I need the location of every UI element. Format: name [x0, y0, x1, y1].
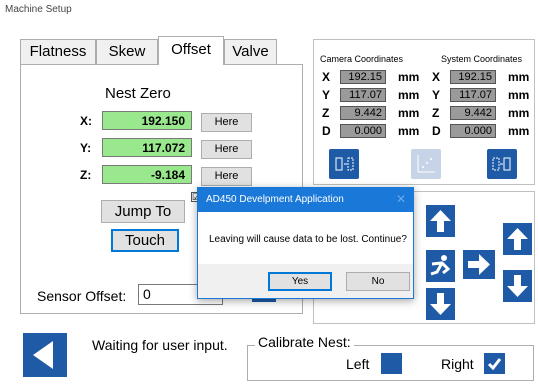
status-text: Waiting for user input.: [92, 337, 228, 353]
camera-x-value: 192.15: [340, 70, 386, 84]
tab-valve[interactable]: Valve: [224, 39, 277, 64]
jog-right-button[interactable]: [463, 250, 495, 279]
z-up-button[interactable]: [503, 223, 532, 255]
dialog-title: AD450 Develpment Application: [206, 194, 344, 205]
camera-x-unit: mm: [398, 70, 420, 84]
system-z-value: 9.442: [450, 106, 496, 120]
nest-zero-title: Nest Zero: [105, 85, 171, 102]
jog-down-button[interactable]: [426, 288, 455, 320]
scatter-view-button[interactable]: [411, 149, 441, 179]
window-title: Machine Setup: [5, 4, 72, 15]
system-to-camera-icon: [492, 157, 511, 171]
jog-up-button[interactable]: [426, 205, 455, 237]
dialog-message: Leaving will cause data to be lost. Cont…: [209, 234, 407, 245]
system-z-label: Z: [432, 106, 440, 120]
nest-y-value: 117.072: [102, 138, 192, 157]
dialog-footer: Yes No: [198, 264, 413, 298]
arrow-up-icon: [507, 228, 528, 250]
jump-to-button[interactable]: Jump To: [101, 200, 185, 223]
camera-coordinates-header: Camera Coordinates: [320, 54, 404, 64]
left-checkbox[interactable]: [381, 353, 402, 374]
system-x-label: X: [432, 70, 441, 84]
nest-z-label: Z:: [80, 168, 92, 182]
z-down-button[interactable]: [503, 270, 532, 302]
right-checkbox[interactable]: [484, 353, 505, 374]
person-icon: [430, 255, 451, 276]
here-x-button[interactable]: Here: [201, 113, 252, 132]
system-x-value: 192.15: [450, 70, 496, 84]
camera-x-label: X: [322, 70, 331, 84]
confirm-dialog: AD450 Develpment Application ✕ Leaving w…: [197, 187, 414, 299]
system-z-unit: mm: [508, 106, 530, 120]
dialog-titlebar: AD450 Develpment Application: [198, 188, 413, 212]
system-to-camera-button[interactable]: [487, 149, 517, 179]
system-y-value: 117.07: [450, 88, 496, 102]
arrow-right-icon: [468, 254, 490, 275]
camera-y-label: Y: [322, 88, 331, 102]
nest-x-value: 192.150: [102, 111, 192, 130]
touch-button[interactable]: Touch: [111, 229, 179, 252]
system-coordinates-header: System Coordinates: [441, 54, 523, 64]
system-y-label: Y: [432, 88, 441, 102]
camera-to-system-icon: [335, 157, 354, 171]
back-button[interactable]: [23, 333, 67, 377]
system-x-unit: mm: [508, 70, 530, 84]
tab-offset[interactable]: Offset: [158, 36, 224, 65]
nest-z-value: -9.184: [102, 165, 192, 184]
yes-button[interactable]: Yes: [268, 272, 332, 291]
nest-x-label: X:: [80, 114, 92, 128]
nest-y-label: Y:: [80, 141, 92, 155]
no-button[interactable]: No: [346, 272, 410, 291]
tab-skew[interactable]: Skew: [96, 39, 158, 64]
camera-d-unit: mm: [398, 124, 420, 138]
camera-z-value: 9.442: [340, 106, 386, 120]
close-icon[interactable]: ✕: [396, 192, 406, 206]
system-d-value: 0.000: [450, 124, 496, 138]
here-y-button[interactable]: Here: [201, 140, 252, 159]
system-d-unit: mm: [508, 124, 530, 138]
left-label: Left: [346, 356, 370, 372]
back-arrow-icon: [33, 341, 53, 369]
arrow-up-icon: [430, 210, 451, 232]
here-z-button[interactable]: Here: [201, 167, 252, 186]
camera-d-label: D: [322, 124, 331, 138]
person-jog-button[interactable]: [426, 250, 455, 282]
tab-flatness[interactable]: Flatness: [20, 39, 96, 64]
right-label: Right: [441, 356, 474, 372]
arrow-down-icon: [430, 293, 451, 315]
camera-to-system-button[interactable]: [329, 149, 359, 179]
camera-z-label: Z: [322, 106, 330, 120]
sensor-offset-label: Sensor Offset:: [37, 288, 127, 304]
scatter-icon: [417, 155, 435, 173]
system-d-label: D: [432, 124, 441, 138]
camera-y-unit: mm: [398, 88, 420, 102]
camera-z-unit: mm: [398, 106, 420, 120]
camera-d-value: 0.000: [340, 124, 386, 138]
calibrate-nest-label: Calibrate Nest:: [255, 334, 354, 350]
camera-y-value: 117.07: [340, 88, 386, 102]
arrow-down-icon: [507, 275, 528, 297]
system-y-unit: mm: [508, 88, 530, 102]
checkmark-icon: [487, 358, 502, 371]
